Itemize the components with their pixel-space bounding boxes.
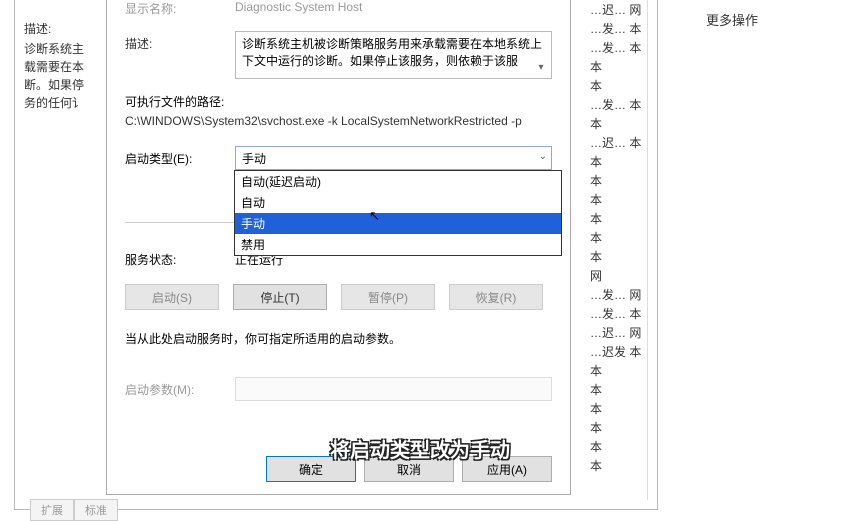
- right-actions-panel: 更多操作: [706, 10, 856, 29]
- startup-type-value: 手动: [242, 152, 266, 166]
- startup-params-label: 启动参数(M):: [125, 381, 235, 398]
- display-name-value: Diagnostic System Host: [235, 0, 362, 14]
- description-text: 诊断系统主机被诊断策略服务用来承载需要在本地系统上下文中运行的诊断。如果停止该服…: [242, 37, 542, 68]
- left-description-panel: 描述: 诊断系统主 载需要在本 断。如果停 务的任何讠: [24, 20, 104, 112]
- pause-button[interactable]: 暂停(P): [341, 284, 435, 310]
- bg-cell: …发… 本: [588, 95, 647, 114]
- dropdown-option-manual[interactable]: 手动: [235, 213, 561, 234]
- start-button[interactable]: 启动(S): [125, 284, 219, 310]
- bg-cell: …发… 本: [588, 304, 647, 323]
- bg-cell: …迟… 网: [588, 323, 647, 342]
- bg-cell: 本: [588, 228, 647, 247]
- more-operations-link[interactable]: 更多操作: [706, 10, 856, 29]
- bg-cell: 本: [588, 456, 647, 475]
- service-properties-dialog: 显示名称: Diagnostic System Host 描述: 诊断系统主机被…: [106, 0, 571, 495]
- startup-type-dropdown: 自动(延迟启动) 自动 手动 禁用: [234, 170, 562, 256]
- bg-cell: 本: [588, 76, 647, 95]
- bg-cell: 本: [588, 152, 647, 171]
- bg-cell: …迟… 网: [588, 0, 647, 19]
- resume-button[interactable]: 恢复(R): [449, 284, 543, 310]
- bg-cell: …发… 网: [588, 285, 647, 304]
- exec-path-value: C:\WINDOWS\System32\svchost.exe -k Local…: [125, 114, 552, 128]
- left-desc-title: 描述:: [24, 20, 104, 38]
- bg-cell: 本: [588, 247, 647, 266]
- left-desc-text: 诊断系统主 载需要在本 断。如果停 务的任何讠: [24, 40, 104, 112]
- bg-cell: 本: [588, 399, 647, 418]
- bg-cell: 本: [588, 418, 647, 437]
- bg-cell: 本: [588, 380, 647, 399]
- startup-params-hint: 当从此处启动服务时，你可指定所适用的启动参数。: [125, 330, 552, 347]
- video-caption: 将启动类型改为手动: [330, 434, 510, 463]
- tab-standard[interactable]: 标准: [74, 499, 118, 521]
- bg-cell: …发… 本: [588, 38, 647, 57]
- bg-cell: 本: [588, 114, 647, 133]
- service-status-label: 服务状态:: [125, 251, 235, 268]
- stop-button[interactable]: 停止(T): [233, 284, 327, 310]
- scroll-down-icon[interactable]: ▾: [533, 60, 549, 74]
- display-name-label: 显示名称:: [125, 0, 235, 17]
- exec-path-label: 可执行文件的路径:: [125, 93, 552, 110]
- bg-cell: 本: [588, 57, 647, 76]
- startup-params-input[interactable]: [235, 377, 552, 401]
- bg-cell: 本: [588, 171, 647, 190]
- bg-cell: …迟发 本: [588, 342, 647, 361]
- bg-cell: 本: [588, 209, 647, 228]
- bg-cell: 本: [588, 437, 647, 456]
- startup-type-combobox[interactable]: 手动 ⌄: [235, 146, 552, 170]
- chevron-down-icon: ⌄: [539, 151, 547, 162]
- description-textarea[interactable]: 诊断系统主机被诊断策略服务用来承载需要在本地系统上下文中运行的诊断。如果停止该服…: [235, 31, 552, 79]
- bg-cell: 网: [588, 266, 647, 285]
- bg-cell: 本: [588, 361, 647, 380]
- bg-cell: 本: [588, 190, 647, 209]
- dropdown-option-auto[interactable]: 自动: [235, 192, 561, 213]
- bg-column-1: …迟… 网 …发… 本 …发… 本 本 本 …发… 本 本 …迟… 本 本 本 …: [588, 0, 648, 500]
- description-label: 描述:: [125, 31, 235, 52]
- startup-type-label: 启动类型(E):: [125, 150, 235, 167]
- tab-extended[interactable]: 扩展: [30, 499, 74, 521]
- dropdown-option-auto-delayed[interactable]: 自动(延迟启动): [235, 171, 561, 192]
- bg-cell: …迟… 本: [588, 133, 647, 152]
- dropdown-option-disabled[interactable]: 禁用: [235, 234, 561, 255]
- bg-cell: …发… 本: [588, 19, 647, 38]
